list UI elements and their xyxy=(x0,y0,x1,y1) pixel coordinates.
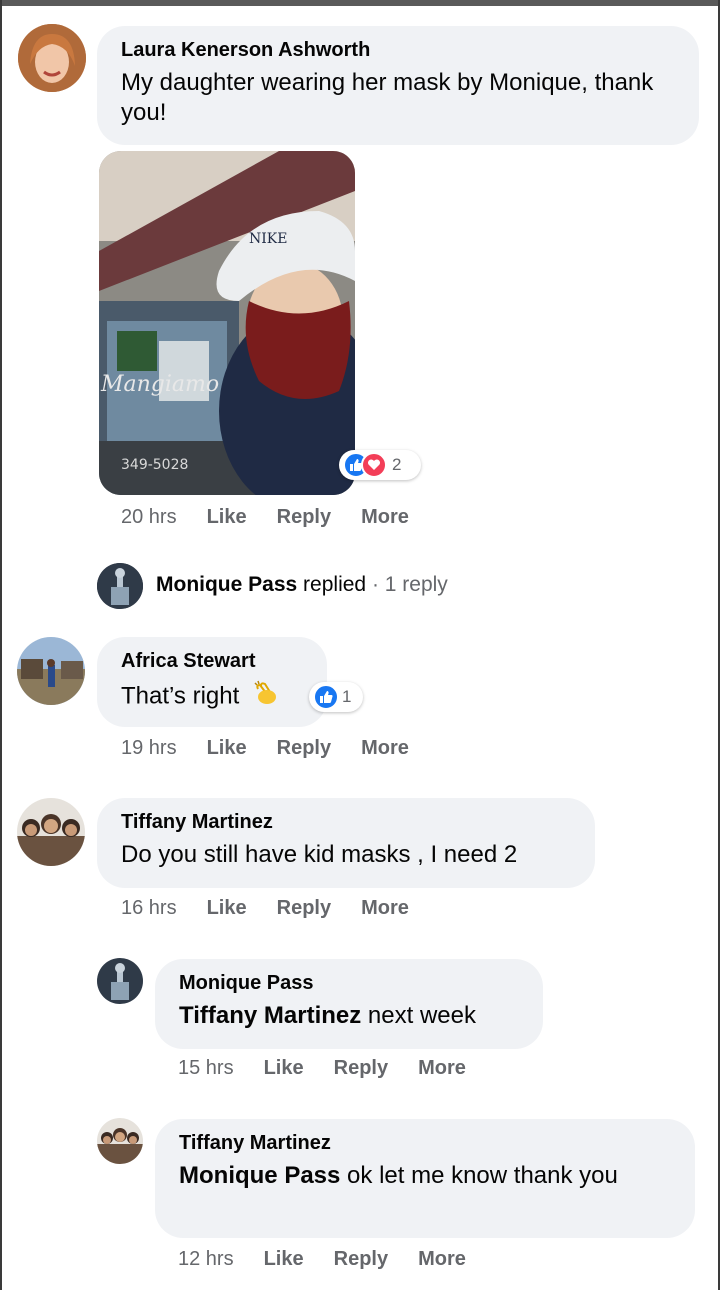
avatar-tiffany-small[interactable] xyxy=(97,1118,143,1164)
comment-author[interactable]: Tiffany Martinez xyxy=(121,810,571,834)
window-left-border xyxy=(0,0,2,1290)
comment-text: Do you still have kid masks , I need 2 xyxy=(121,841,518,868)
like-button[interactable]: Like xyxy=(264,1248,304,1271)
window-top-border xyxy=(0,0,720,6)
like-button[interactable]: Like xyxy=(207,506,247,529)
cap-logo-text: NIKE xyxy=(249,231,287,247)
reply-button[interactable]: Reply xyxy=(334,1248,388,1271)
reply-button[interactable]: Reply xyxy=(334,1057,388,1080)
replies-summary[interactable]: Monique Pass replied · 1 reply xyxy=(156,571,448,599)
reply-actions: 15 hrs Like Reply More xyxy=(178,1057,496,1080)
like-button[interactable]: Like xyxy=(207,897,247,920)
avatar-monique[interactable] xyxy=(97,958,143,1004)
like-button[interactable]: Like xyxy=(264,1057,304,1080)
comment-text-body: That’s right xyxy=(121,682,240,710)
more-button[interactable]: More xyxy=(361,506,409,529)
comment-actions: 19 hrs Like Reply More xyxy=(121,737,439,760)
comment-bubble: Laura Kenerson Ashworth My daughter wear… xyxy=(97,26,699,145)
reply-text: Tiffany Martinez next week xyxy=(179,1001,519,1031)
reply-count: 1 reply xyxy=(384,573,448,596)
reply-text-body: next week xyxy=(367,1002,476,1029)
more-button[interactable]: More xyxy=(418,1057,466,1080)
reaction-summary[interactable]: 1 xyxy=(309,682,363,712)
replied-verb: replied xyxy=(303,573,367,596)
clap-emoji-icon xyxy=(252,679,280,715)
comment-author[interactable]: Africa Stewart xyxy=(121,649,303,673)
reply-time[interactable]: 15 hrs xyxy=(178,1057,234,1080)
reply-button[interactable]: Reply xyxy=(277,897,331,920)
photo-sign-text: Mangiamo xyxy=(100,372,219,397)
avatar-africa[interactable] xyxy=(17,637,85,705)
comment-photo[interactable]: Mangiamo 349-5028 NIKE xyxy=(99,151,355,495)
photo-phone-text: 349-5028 xyxy=(121,457,188,473)
comment-text: My daughter wearing her mask by Monique,… xyxy=(121,69,654,126)
reply-author[interactable]: Tiffany Martinez xyxy=(179,1131,671,1155)
avatar-tiffany[interactable] xyxy=(17,798,85,866)
mention-link[interactable]: Tiffany Martinez xyxy=(179,1002,361,1029)
more-button[interactable]: More xyxy=(361,897,409,920)
comment-bubble: Tiffany Martinez Do you still have kid m… xyxy=(97,798,595,888)
avatar-laura[interactable] xyxy=(18,24,86,92)
reply-button[interactable]: Reply xyxy=(277,506,331,529)
like-reaction-icon xyxy=(313,684,339,710)
reply-bubble: Tiffany Martinez Monique Pass ok let me … xyxy=(155,1119,695,1238)
comment-text: That’s right xyxy=(121,679,303,715)
like-button[interactable]: Like xyxy=(207,737,247,760)
reply-time[interactable]: 12 hrs xyxy=(178,1248,234,1271)
reply-text: Monique Pass ok let me know thank you xyxy=(179,1161,671,1191)
avatar-monique-small[interactable] xyxy=(97,563,143,609)
reaction-summary[interactable]: 2 xyxy=(339,450,421,480)
comment-author[interactable]: Laura Kenerson Ashworth xyxy=(121,38,675,62)
more-button[interactable]: More xyxy=(361,737,409,760)
comment-time[interactable]: 16 hrs xyxy=(121,897,177,920)
comment-actions: 16 hrs Like Reply More xyxy=(121,897,439,920)
comment-bubble: Africa Stewart That’s right xyxy=(97,637,327,727)
comment-actions: 20 hrs Like Reply More xyxy=(121,506,439,529)
love-reaction-icon xyxy=(361,452,387,478)
reply-actions: 12 hrs Like Reply More xyxy=(178,1248,496,1271)
comment-time[interactable]: 20 hrs xyxy=(121,506,177,529)
replier-name: Monique Pass xyxy=(156,573,298,596)
reply-author[interactable]: Monique Pass xyxy=(179,971,519,995)
mention-link[interactable]: Monique Pass xyxy=(179,1162,340,1189)
reply-button[interactable]: Reply xyxy=(277,737,331,760)
reply-text-body: ok let me know thank you xyxy=(347,1162,618,1189)
reply-bubble: Monique Pass Tiffany Martinez next week xyxy=(155,959,543,1049)
comment-time[interactable]: 19 hrs xyxy=(121,737,177,760)
reaction-count: 2 xyxy=(392,455,402,474)
separator-dot: · xyxy=(371,573,379,596)
more-button[interactable]: More xyxy=(418,1248,466,1271)
reaction-count: 1 xyxy=(342,687,352,706)
